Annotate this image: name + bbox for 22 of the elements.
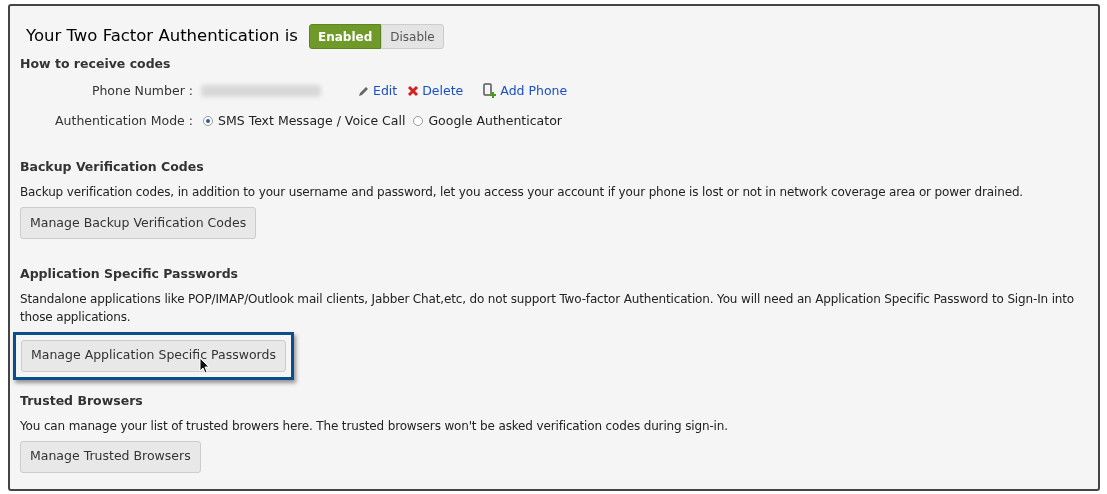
section-description: Standalone applications like POP/IMAP/Outlook mail clients, Jabber Chat,etc, do not support Two-factor Authentication. You will need an Application Specific Password to Sign-In into those applications.	[20, 290, 1076, 326]
section-heading: Trusted Browsers	[20, 391, 144, 410]
add-link[interactable]: Add Phone	[483, 81, 568, 101]
section-description: You can manage your list of trusted browers here. The trusted browsers won't be asked verification codes during sign-in.	[20, 417, 729, 435]
close-icon	[407, 85, 420, 98]
manage-button[interactable]: Manage Application Specific Passwords	[21, 339, 286, 372]
manage-button[interactable]: Manage Backup Verification Codes	[20, 207, 257, 239]
delete-link[interactable]: Delete	[407, 81, 464, 101]
pencil-icon	[357, 84, 370, 98]
edit-link[interactable]: Edit	[357, 81, 398, 101]
section-heading: Backup Verification Codes	[20, 158, 205, 177]
section-heading: How to receive codes	[20, 55, 172, 73]
manage-button[interactable]: Manage Trusted Browsers	[20, 440, 201, 473]
section-description: Backup verification codes, in addition to your username and password, let you access your account if your phone is lost or not in network coverage area or power drained.	[20, 184, 1025, 201]
field-label: Authentication Mode :	[54, 111, 193, 130]
page-title: Your Two Factor Authentication is	[26, 25, 298, 48]
phone-add-icon	[483, 83, 498, 100]
disable-toggle[interactable]: Disable	[381, 24, 444, 49]
section-heading: Application Specific Passwords	[20, 265, 240, 283]
radio-button[interactable]	[203, 115, 213, 126]
field-label: Phone Number :	[90, 81, 193, 100]
radio-button[interactable]	[413, 115, 424, 126]
